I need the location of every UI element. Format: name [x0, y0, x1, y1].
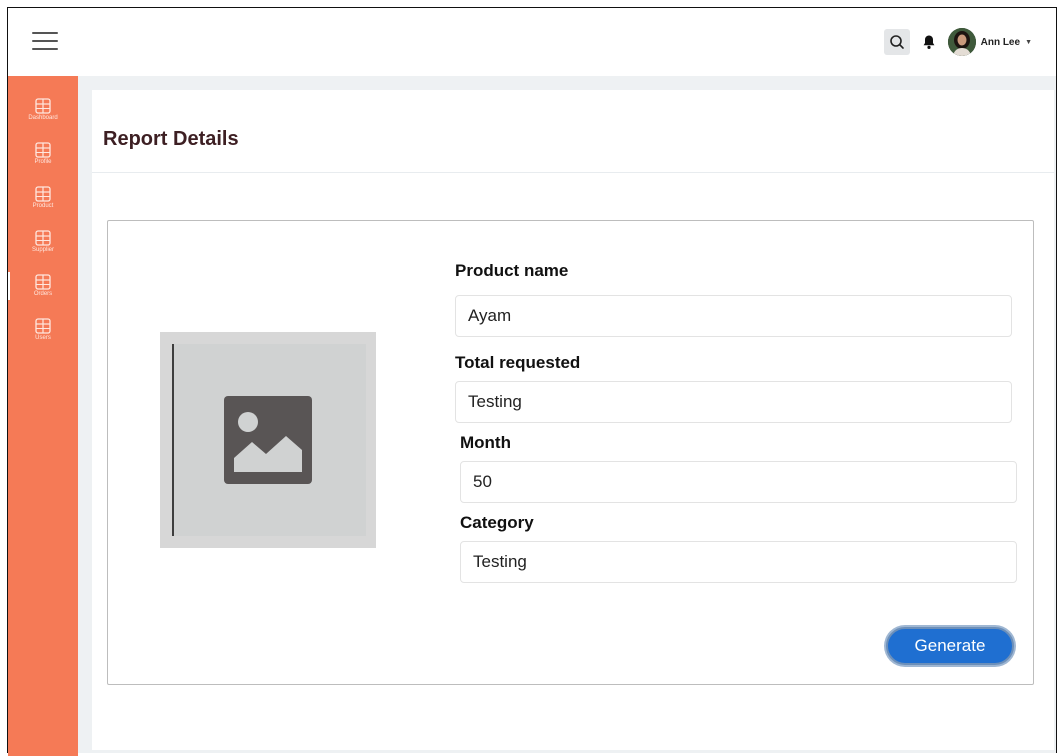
chevron-down-icon: ▼ — [1025, 38, 1032, 46]
sidebar: Dashboard Profile Product Supplier Order… — [8, 76, 78, 756]
sidebar-item-users[interactable]: Users — [8, 312, 78, 356]
user-name: Ann Lee — [980, 36, 1021, 48]
divider — [92, 172, 1054, 173]
product-image-placeholder — [160, 332, 376, 548]
grid-icon — [35, 318, 51, 334]
product-name-field[interactable]: Ayam — [455, 295, 1012, 337]
sidebar-item-label: Dashboard — [28, 115, 58, 121]
sidebar-item-label: Product — [32, 203, 54, 209]
month-label: Month — [460, 433, 511, 452]
search-button[interactable] — [883, 29, 910, 55]
sidebar-item-supplier[interactable]: Supplier — [8, 224, 78, 268]
search-icon — [889, 35, 904, 49]
total-requested-label: Total requested — [455, 353, 581, 372]
category-field[interactable]: Testing — [460, 541, 1017, 583]
category-label: Category — [460, 513, 534, 532]
avatar — [947, 28, 976, 56]
grid-icon — [35, 186, 51, 202]
main-content: Report Details Product name Ayam Total r… — [92, 90, 1054, 750]
header-actions: Ann Lee ▼ — [883, 26, 1032, 58]
grid-icon — [35, 142, 51, 158]
sidebar-item-label: Users — [35, 335, 51, 341]
total-requested-field[interactable]: Testing — [455, 381, 1012, 423]
grid-icon — [35, 98, 51, 114]
sidebar-item-product[interactable]: Product — [8, 180, 78, 224]
month-field[interactable]: 50 — [460, 461, 1017, 503]
product-name-label: Product name — [455, 261, 569, 280]
bell-icon[interactable] — [922, 34, 936, 50]
sidebar-item-dashboard[interactable]: Dashboard — [8, 92, 78, 136]
image-placeholder-icon — [224, 396, 312, 484]
sidebar-item-label: Profile — [34, 159, 52, 165]
sidebar-item-orders[interactable]: Orders — [8, 268, 78, 312]
grid-icon — [35, 230, 51, 246]
app-window: Ann Lee ▼ Dashboard Profile Product Supp… — [7, 7, 1057, 756]
generate-button[interactable]: Generate — [886, 627, 1014, 665]
sidebar-item-label: Supplier — [31, 247, 54, 253]
sidebar-item-label: Orders — [33, 291, 53, 297]
page-title: Report Details — [103, 128, 239, 150]
top-header: Ann Lee ▼ — [8, 8, 1056, 76]
grid-icon — [35, 274, 51, 290]
sidebar-item-profile[interactable]: Profile — [8, 136, 78, 180]
hamburger-menu-icon[interactable] — [32, 32, 58, 52]
report-detail-card: Product name Ayam Total requested Testin… — [107, 220, 1034, 685]
user-menu[interactable]: Ann Lee ▼ — [947, 28, 1032, 56]
